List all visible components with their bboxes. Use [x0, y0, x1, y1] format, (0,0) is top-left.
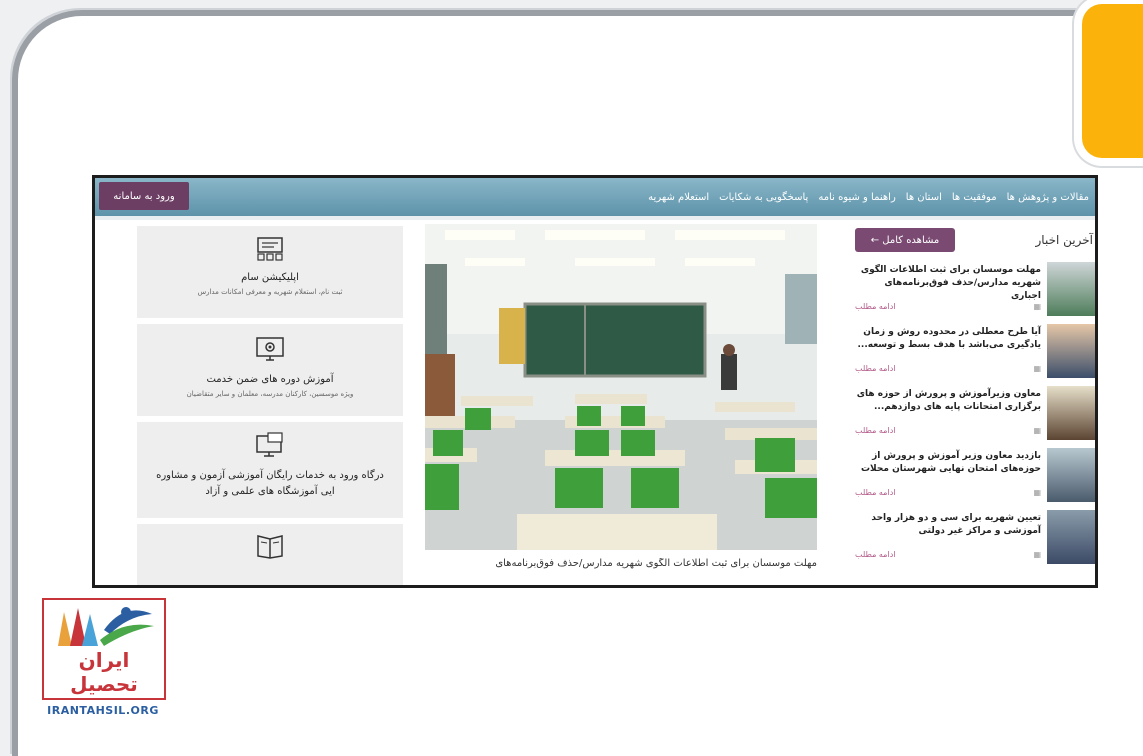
news-thumbnail[interactable]	[1047, 324, 1095, 378]
read-more-link[interactable]: ادامه مطلب	[855, 426, 895, 435]
news-header: آخرین اخبار مشاهده کامل ←	[847, 228, 1095, 256]
card-title[interactable]: اپلیکیشن سام	[137, 270, 403, 285]
read-more-link[interactable]: ادامه مطلب	[855, 488, 895, 497]
news-item-title[interactable]: تعیین شهریه برای سی و دو هزار واحد آموزش…	[855, 512, 1041, 538]
top-navigation-bar: مقالات و پژوهش ها موفقیت ها استان ها راه…	[95, 178, 1095, 216]
news-item-title[interactable]: مهلت موسسان برای ثبت اطلاعات الگوی شهریه…	[855, 264, 1041, 303]
news-item-meta: ▦ ادامه مطلب	[855, 302, 1041, 311]
nav-item-successes[interactable]: موفقیت ها	[952, 192, 997, 203]
service-card-free-services[interactable]: درگاه ورود به خدمات رایگان آموزشی آزمون …	[137, 422, 403, 518]
nav-item-tuition-inquiry[interactable]: استعلام شهریه	[648, 192, 709, 203]
news-thumbnail[interactable]	[1047, 386, 1095, 440]
read-more-link[interactable]: ادامه مطلب	[855, 364, 895, 373]
card-title[interactable]: آموزش دوره های ضمن خدمت	[137, 372, 403, 387]
website-screenshot: مقالات و پژوهش ها موفقیت ها استان ها راه…	[92, 175, 1098, 588]
irantahsil-logo[interactable]: ایران تحصیل IRANTAHSIL.ORG	[42, 598, 166, 722]
featured-news-caption[interactable]: مهلت موسسان برای ثبت اطلاعات الگوی شهریه…	[427, 558, 817, 569]
nav-item-articles[interactable]: مقالات و پژوهش ها	[1007, 192, 1089, 203]
service-card-training[interactable]: آموزش دوره های ضمن خدمت ویژه موسسین، کار…	[137, 324, 403, 416]
calendar-icon: ▦	[1033, 426, 1041, 435]
logo-graduate-icon	[58, 607, 154, 646]
nav-item-complaints[interactable]: پاسخگویی به شکایات	[719, 192, 808, 203]
monitor-chat-icon	[256, 432, 283, 457]
nav-underline	[95, 216, 1095, 220]
news-item-meta: ▦ ادامه مطلب	[855, 364, 1041, 373]
news-item[interactable]: مهلت موسسان برای ثبت اطلاعات الگوی شهریه…	[847, 262, 1095, 320]
book-icon	[257, 535, 283, 559]
featured-news-photo[interactable]	[425, 224, 817, 550]
accent-tab	[1082, 4, 1143, 158]
read-more-link[interactable]: ادامه مطلب	[855, 302, 895, 311]
news-item[interactable]: بازدید معاون وزیر آموزش و پرورش از حوزه‌…	[847, 448, 1095, 506]
calendar-icon: ▦	[1033, 302, 1041, 311]
classroom-image	[425, 224, 817, 550]
news-item-meta: ▦ ادامه مطلب	[855, 426, 1041, 435]
service-card-sam-app[interactable]: اپلیکیشن سام ثبت نام، استعلام شهریه و مع…	[137, 226, 403, 318]
card-subtitle: ثبت نام، استعلام شهریه و معرفی امکانات م…	[197, 288, 343, 296]
calendar-icon: ▦	[1033, 488, 1041, 497]
news-item[interactable]: معاون وزیرآموزش و پرورش از حوزه های برگز…	[847, 386, 1095, 444]
logo-wordmark: ایران تحصیل	[70, 648, 138, 696]
news-thumbnail[interactable]	[1047, 510, 1095, 564]
app-grid-icon	[257, 237, 283, 261]
news-item[interactable]: تعیین شهریه برای سی و دو هزار واحد آموزش…	[847, 510, 1095, 568]
logo-url[interactable]: IRANTAHSIL.ORG	[42, 704, 164, 717]
nav-item-guides[interactable]: راهنما و شیوه نامه	[818, 192, 895, 203]
news-item-meta: ▦ ادامه مطلب	[855, 488, 1041, 497]
news-thumbnail[interactable]	[1047, 448, 1095, 502]
main-nav: مقالات و پژوهش ها موفقیت ها استان ها راه…	[648, 192, 1095, 203]
calendar-icon: ▦	[1033, 364, 1041, 373]
card-title-line2[interactable]: ایی آموزشگاه های علمی و آزاد	[137, 484, 403, 499]
news-item-title[interactable]: آیا طرح معطلی در محدوده روش و زمان یادگی…	[855, 326, 1041, 352]
card-subtitle: ویژه موسسین، کارکنان مدرسه، معلمان و سای…	[186, 390, 354, 398]
news-thumbnail[interactable]	[1047, 262, 1095, 316]
read-more-link[interactable]: ادامه مطلب	[855, 550, 895, 559]
service-card-book[interactable]	[137, 524, 403, 585]
news-item-title[interactable]: بازدید معاون وزیر آموزش و پرورش از حوزه‌…	[855, 450, 1041, 476]
news-item-title[interactable]: معاون وزیرآموزش و پرورش از حوزه های برگز…	[855, 388, 1041, 414]
nav-item-provinces[interactable]: استان ها	[906, 192, 942, 203]
card-title[interactable]: درگاه ورود به خدمات رایگان آموزشی آزمون …	[137, 468, 403, 483]
monitor-gear-icon	[256, 337, 284, 361]
calendar-icon: ▦	[1033, 550, 1041, 559]
login-button[interactable]: ورود به سامانه	[99, 182, 189, 210]
logo-box: ایران تحصیل	[42, 598, 166, 700]
news-item[interactable]: آیا طرح معطلی در محدوده روش و زمان یادگی…	[847, 324, 1095, 382]
news-title: آخرین اخبار	[1035, 233, 1094, 247]
view-all-button[interactable]: مشاهده کامل ←	[855, 228, 955, 252]
news-column: آخرین اخبار مشاهده کامل ← مهلت موسسان بر…	[847, 228, 1095, 585]
news-item-meta: ▦ ادامه مطلب	[855, 550, 1041, 559]
